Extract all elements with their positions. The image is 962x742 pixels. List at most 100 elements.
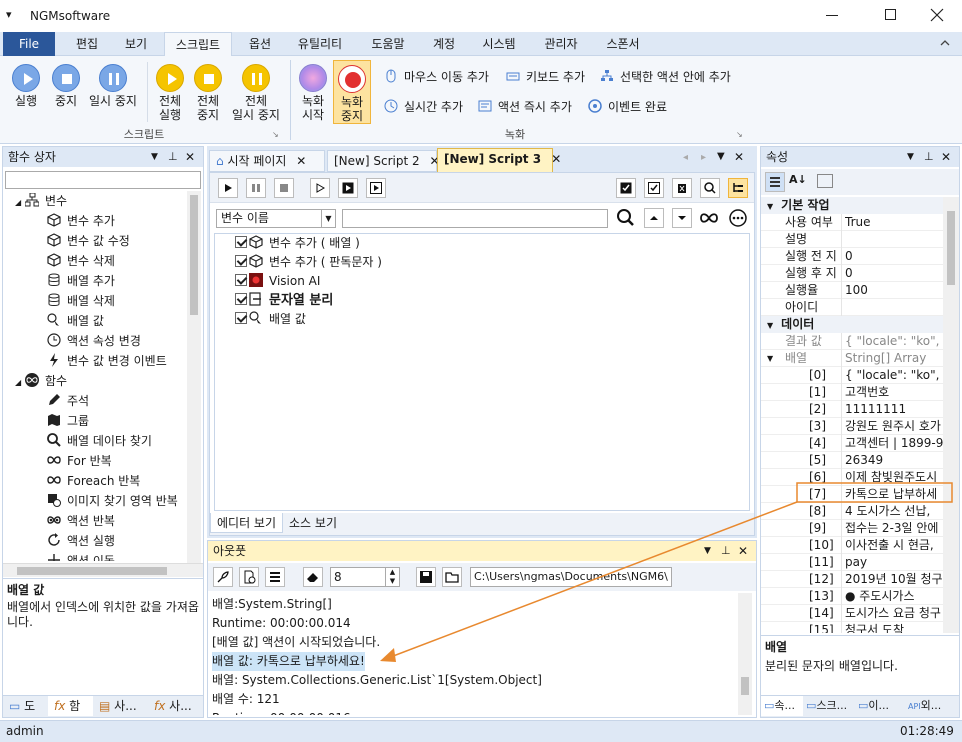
list-icon[interactable] bbox=[265, 567, 285, 587]
tree-item[interactable]: 배열 값 bbox=[5, 311, 185, 331]
event-done-button[interactable]: 이벤트 완료 bbox=[588, 98, 667, 115]
property-value[interactable]: 4 도시가스 선납, bbox=[845, 503, 943, 520]
property-row[interactable]: [1] 고객번호 bbox=[761, 384, 943, 401]
stop-script-button[interactable] bbox=[274, 178, 294, 198]
pin-icon[interactable]: ⊥ bbox=[721, 541, 731, 561]
property-value[interactable]: 0 bbox=[845, 248, 943, 265]
tree-item[interactable]: Foreach 반복 bbox=[5, 471, 185, 491]
tab-account[interactable]: 계정 bbox=[420, 32, 468, 56]
property-row[interactable]: [13] ● 주도시가스 bbox=[761, 588, 943, 605]
action-item[interactable]: 문자열 분리 bbox=[215, 291, 749, 310]
immediate-add-button[interactable]: 액션 즉시 추가 bbox=[478, 98, 572, 115]
property-value[interactable]: 고객번호 bbox=[845, 384, 943, 401]
loop-filter-icon[interactable] bbox=[698, 209, 720, 227]
more-options-icon[interactable] bbox=[728, 208, 748, 228]
property-row[interactable]: [14] 도시가스 요금 청구 bbox=[761, 605, 943, 622]
file-menu[interactable]: File bbox=[3, 32, 55, 56]
log-level-stepper[interactable]: 8 ▲ ▼ bbox=[330, 567, 400, 587]
property-row[interactable]: 설명 bbox=[761, 231, 943, 248]
quick-access-icon[interactable]: ▾ bbox=[6, 8, 12, 21]
action-item[interactable]: Vision AI bbox=[215, 272, 749, 291]
record-stop-button[interactable]: 녹화 중지 bbox=[333, 60, 371, 124]
tab-utility[interactable]: 유틸리티 bbox=[288, 32, 352, 56]
close-tab-icon[interactable]: ✕ bbox=[551, 152, 561, 166]
property-value[interactable]: 고객센터 | 1899-9 bbox=[845, 435, 943, 452]
mouse-move-add-button[interactable]: 마우스 이동 추가 bbox=[384, 68, 489, 85]
property-row[interactable]: 실행 후 지 0 bbox=[761, 265, 943, 282]
property-pages-icon[interactable] bbox=[817, 174, 833, 188]
step-play-button[interactable] bbox=[310, 178, 330, 198]
tab-properties[interactable]: ▭속... bbox=[761, 696, 803, 716]
property-value[interactable]: 이사전출 시 현금, bbox=[845, 537, 943, 554]
stepper-arrows-icon[interactable]: ▲ ▼ bbox=[385, 568, 399, 586]
property-row[interactable]: [4] 고객센터 | 1899-9 bbox=[761, 435, 943, 452]
run-script-button[interactable] bbox=[218, 178, 238, 198]
pause-button[interactable]: 일시 중지 bbox=[86, 64, 140, 108]
property-scrollbar[interactable] bbox=[943, 197, 959, 633]
search-icon[interactable] bbox=[616, 208, 636, 228]
property-row[interactable]: 실행 전 지 0 bbox=[761, 248, 943, 265]
action-checkbox[interactable] bbox=[235, 274, 247, 286]
property-row[interactable]: [7] 카톡으로 납부하세 bbox=[761, 486, 943, 503]
tab-view[interactable]: 보기 bbox=[112, 32, 160, 56]
stop-all-button[interactable]: 전체 중지 bbox=[190, 64, 226, 122]
panel-menu-icon[interactable]: ▼ bbox=[151, 147, 158, 167]
minimize-icon[interactable] bbox=[826, 15, 838, 16]
keyboard-add-button[interactable]: 키보드 추가 bbox=[506, 68, 585, 85]
tab-script[interactable]: 스크립트 bbox=[164, 32, 232, 57]
property-row[interactable]: 배열 String[] Array ▼ bbox=[761, 350, 943, 367]
find-button[interactable] bbox=[700, 178, 720, 198]
action-checkbox[interactable] bbox=[235, 236, 247, 248]
tab-script-2[interactable]: [New] Script 2 ✕ bbox=[327, 150, 440, 172]
pause-script-button[interactable] bbox=[246, 178, 266, 198]
property-row[interactable]: [11] pay bbox=[761, 554, 943, 571]
collapse-icon[interactable]: ▼ bbox=[767, 321, 773, 330]
action-checkbox[interactable] bbox=[235, 255, 247, 267]
tab-api[interactable]: API외... bbox=[905, 696, 957, 716]
expand-icon[interactable]: ◢ bbox=[15, 193, 25, 213]
property-value[interactable]: 11111111 bbox=[845, 401, 943, 418]
close-window-icon[interactable] bbox=[930, 8, 944, 22]
stop-button[interactable]: 중지 bbox=[48, 64, 84, 108]
property-row[interactable]: [15] 청구서 도착 bbox=[761, 622, 943, 633]
property-value[interactable]: 강원도 원주시 호가 bbox=[845, 418, 943, 435]
function-search-input[interactable] bbox=[5, 171, 201, 189]
tree-item[interactable]: 액션 실행 bbox=[5, 531, 185, 551]
close-editor-icon[interactable]: ✕ bbox=[734, 150, 744, 164]
tab-toolbox[interactable]: ▭ 도 bbox=[3, 696, 48, 716]
pin-icon[interactable]: ⊥ bbox=[924, 147, 934, 167]
tree-hscrollbar[interactable] bbox=[3, 563, 203, 577]
next-result-button[interactable] bbox=[672, 208, 692, 228]
property-row[interactable]: 사용 여부 True bbox=[761, 214, 943, 231]
property-row[interactable]: [6] 이제 참빛원주도시 bbox=[761, 469, 943, 486]
tree-view-button[interactable] bbox=[728, 178, 748, 198]
tree-item[interactable]: 변수 값 수정 bbox=[5, 231, 185, 251]
filter-select[interactable]: 변수 이름 ▼ bbox=[216, 209, 336, 228]
run-all-button[interactable]: 전체 실행 bbox=[152, 64, 188, 122]
close-tab-icon[interactable]: ✕ bbox=[296, 154, 306, 168]
panel-menu-icon[interactable]: ▼ bbox=[704, 541, 711, 561]
property-value[interactable]: 2019년 10월 청구 bbox=[845, 571, 943, 588]
property-value[interactable]: True bbox=[845, 214, 943, 231]
property-value[interactable]: 도시가스 요금 청구 bbox=[845, 605, 943, 622]
tab-list-icon[interactable]: ▼ bbox=[717, 151, 725, 162]
output-scrollbar[interactable] bbox=[738, 593, 752, 715]
save-log-icon[interactable] bbox=[416, 567, 436, 587]
filter-input[interactable] bbox=[342, 209, 608, 228]
check-all-button[interactable] bbox=[616, 178, 636, 198]
categorized-icon[interactable] bbox=[765, 172, 785, 192]
tree-item[interactable]: 액션 반복 bbox=[5, 511, 185, 531]
property-value[interactable]: 26349 bbox=[845, 452, 943, 469]
tab-editor-view[interactable]: 에디터 보기 bbox=[210, 513, 284, 533]
tree-item[interactable]: For 반복 bbox=[5, 451, 185, 471]
record-start-button[interactable]: 녹화 시작 bbox=[295, 64, 331, 122]
panel-menu-icon[interactable]: ▼ bbox=[907, 147, 914, 167]
tab-edit[interactable]: 편집 bbox=[62, 32, 112, 56]
dialog-launcher-icon[interactable]: ↘ bbox=[272, 130, 279, 139]
action-item[interactable]: 배열 값 bbox=[215, 310, 749, 329]
action-item[interactable]: 변수 추가 ( 배열 ) bbox=[215, 234, 749, 253]
action-checkbox[interactable] bbox=[235, 312, 247, 324]
property-row[interactable]: [10] 이사전출 시 현금, bbox=[761, 537, 943, 554]
tab-start-page[interactable]: ⌂ 시작 페이지 ✕ bbox=[209, 150, 325, 172]
tree-item[interactable]: 변수 삭제 bbox=[5, 251, 185, 271]
